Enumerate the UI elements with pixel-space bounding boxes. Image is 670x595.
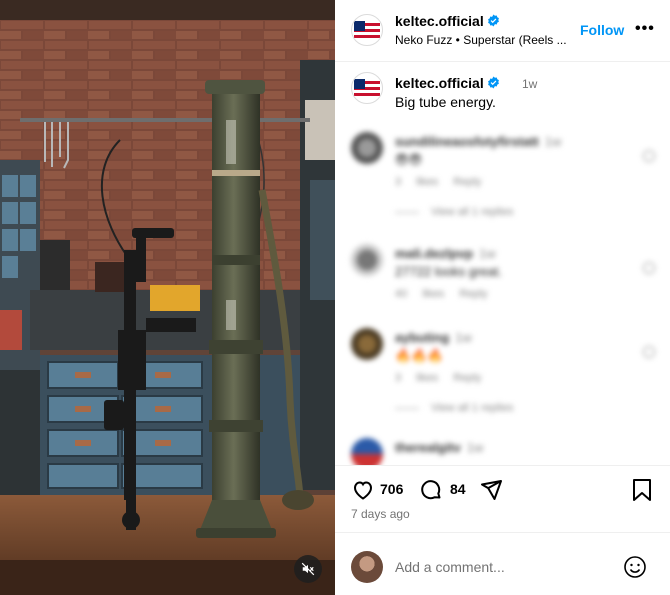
comment-meta[interactable]: 3 likes Reply [395,176,481,188]
follow-button[interactable]: Follow [580,22,624,38]
commenter-avatar[interactable] [351,438,383,465]
caption-username-text[interactable]: keltec.official [395,75,484,91]
comment-text: 🔥🔥🔥 [395,348,444,363]
comment-bubble-icon[interactable] [419,478,443,502]
post-header: keltec.official Neko Fuzz • Superstar (R… [335,0,670,62]
post-details-panel: keltec.official Neko Fuzz • Superstar (R… [335,0,670,595]
comment-count[interactable]: 84 [450,481,466,497]
author-avatar[interactable] [351,14,383,46]
mute-toggle-button[interactable] [294,555,322,583]
comment-text: 27722 looks great. [395,264,502,279]
keltec-logo [354,79,380,97]
keltec-logo [354,21,380,39]
commenter-avatar[interactable] [351,132,383,164]
current-user-avatar [351,551,383,583]
post-media[interactable] [0,0,335,595]
bookmark-icon[interactable] [631,478,653,502]
post-actions: 706 84 7 days ago [335,465,670,595]
comment-like-icon[interactable] [643,262,655,274]
author-username-text[interactable]: keltec.official [395,13,484,29]
post-photo [0,0,335,595]
view-replies-button[interactable]: View all 1 replies [395,402,513,414]
comment-like-icon[interactable] [643,150,655,162]
commenter-avatar[interactable] [351,244,383,276]
comment-meta[interactable]: 40 likes Reply [395,288,487,300]
caption-username[interactable]: keltec.official [395,75,500,91]
caption-age[interactable]: 1w [522,77,537,91]
heart-icon[interactable] [351,478,375,502]
commenter-username[interactable]: therealgitv 1w [395,440,483,455]
caption-text: Big tube energy. [395,94,496,110]
like-count[interactable]: 706 [380,481,403,497]
commenter-username[interactable]: mali.dezlpvp 1w [395,246,496,261]
paper-plane-icon[interactable] [479,478,503,502]
post-date[interactable]: 7 days ago [351,507,410,521]
commenter-username[interactable]: sundilineaosfotyfirstatt 1w [395,134,561,149]
more-options-icon[interactable]: ••• [635,20,655,38]
view-replies-button[interactable]: View all 1 replies [395,206,513,218]
verified-badge-icon [487,14,499,27]
smiley-icon[interactable] [623,555,647,579]
verified-badge-icon [487,76,499,89]
commenter-avatar[interactable] [351,328,383,360]
comment-meta[interactable]: 3 likes Reply [395,372,481,384]
add-comment-input[interactable] [395,557,605,577]
audio-subtitle[interactable]: Neko Fuzz • Superstar (Reels ... [395,33,567,47]
author-username[interactable]: keltec.official [395,13,500,29]
add-comment-bar [335,532,670,595]
speaker-muted-icon [301,562,315,576]
caption-author-avatar[interactable] [351,72,383,104]
comments-list[interactable]: sundilineaosfotyfirstatt 1w 😎😎 3 likes Re… [335,120,670,465]
comment-text: 😎😎 [395,152,423,167]
comment-like-icon[interactable] [643,346,655,358]
commenter-username[interactable]: aybuting 1w [395,330,472,345]
